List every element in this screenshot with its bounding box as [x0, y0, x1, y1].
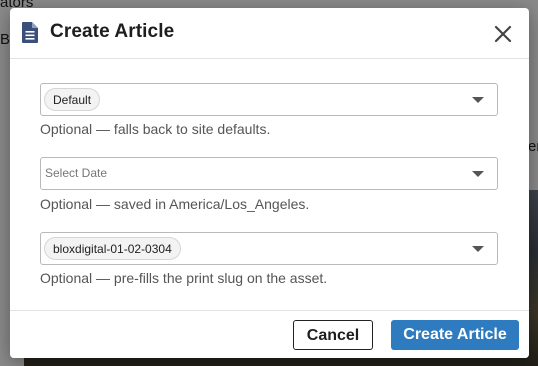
dialog-header: Create Article	[10, 8, 529, 59]
date-select[interactable]: Select Date	[40, 157, 498, 190]
create-article-button[interactable]: Create Article	[391, 320, 519, 350]
slug-chip: bloxdigital-01-02-0304	[44, 237, 181, 260]
dialog-title: Create Article	[50, 21, 175, 42]
date-help-text: Optional — saved in America/Los_Angeles.	[40, 196, 310, 212]
create-article-dialog: Create Article Default Optional — falls …	[10, 8, 529, 358]
chevron-down-icon	[472, 171, 484, 177]
chevron-down-icon	[472, 246, 484, 252]
close-icon[interactable]	[492, 23, 514, 45]
dialog-footer: Cancel Create Article	[10, 310, 529, 358]
slug-select[interactable]: bloxdigital-01-02-0304	[40, 232, 498, 265]
template-help-text: Optional — falls back to site defaults.	[40, 121, 271, 137]
slug-help-text: Optional — pre-fills the print slug on t…	[40, 270, 328, 286]
date-placeholder: Select Date	[45, 166, 108, 180]
chevron-down-icon	[472, 97, 484, 103]
cancel-button[interactable]: Cancel	[293, 320, 373, 350]
template-select[interactable]: Default	[40, 83, 498, 116]
document-icon	[22, 22, 38, 43]
template-chip: Default	[44, 88, 101, 111]
